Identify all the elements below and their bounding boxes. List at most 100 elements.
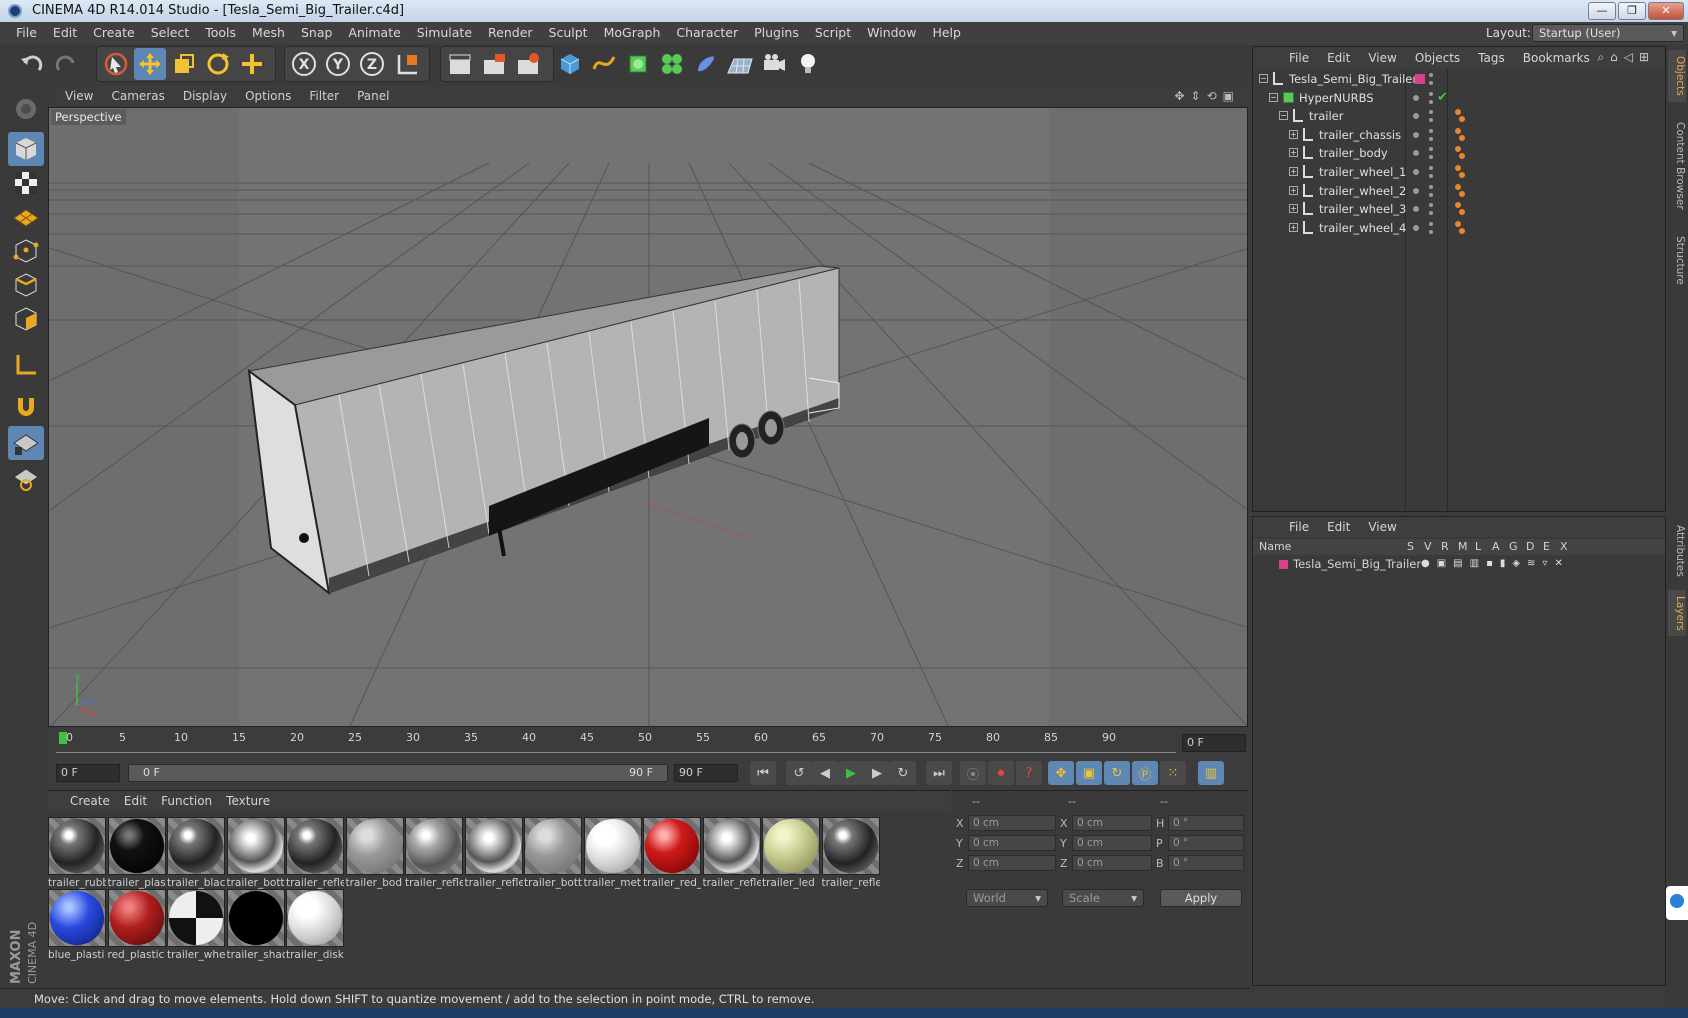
y-axis-button[interactable]: Y bbox=[322, 48, 354, 80]
viewport-menu-panel[interactable]: Panel bbox=[348, 86, 398, 106]
add-camera-button[interactable] bbox=[758, 48, 790, 80]
coord-space-select[interactable]: World bbox=[966, 889, 1048, 907]
menu-mesh[interactable]: Mesh bbox=[244, 22, 293, 44]
keyframe-selection-button[interactable]: ? bbox=[1016, 761, 1042, 785]
scale-tool-button[interactable] bbox=[168, 48, 200, 80]
material-item[interactable]: blue_plasti bbox=[48, 889, 108, 965]
expand-toggle-icon[interactable]: + bbox=[1289, 204, 1298, 214]
material-item[interactable]: trailer_bott bbox=[524, 817, 584, 893]
autokey-button[interactable]: ⏺ bbox=[988, 761, 1014, 785]
layer-color-swatch[interactable] bbox=[1279, 560, 1288, 569]
tab-content-browser[interactable]: Content Browser bbox=[1668, 106, 1686, 226]
render-visibility-dot-lower[interactable] bbox=[1429, 81, 1433, 85]
perspective-viewport[interactable]: y z x Perspective bbox=[48, 107, 1248, 727]
go-to-end-button[interactable]: ⏭ bbox=[926, 761, 952, 785]
layer-col-flag[interactable]: A bbox=[1492, 539, 1500, 555]
material-menu-texture[interactable]: Texture bbox=[226, 794, 270, 808]
expand-toggle-icon[interactable]: + bbox=[1289, 222, 1298, 232]
layer-col-flag[interactable]: X bbox=[1560, 539, 1568, 555]
frame-range-slider[interactable]: 0 F 90 F bbox=[128, 764, 668, 782]
render-visibility-dot[interactable] bbox=[1429, 203, 1433, 208]
menu-window[interactable]: Window bbox=[859, 22, 924, 44]
render-visibility-dot[interactable] bbox=[1429, 221, 1433, 226]
expand-toggle-icon[interactable]: + bbox=[1289, 129, 1298, 139]
object-search-icons[interactable]: ⌕⌂◁⊞ bbox=[1597, 50, 1655, 65]
viewport-menu-cameras[interactable]: Cameras bbox=[102, 86, 173, 106]
menu-snap[interactable]: Snap bbox=[293, 22, 340, 44]
render-visibility-dot[interactable] bbox=[1429, 73, 1433, 77]
viewport-menu-view[interactable]: View bbox=[56, 86, 102, 106]
polygons-mode-button[interactable] bbox=[8, 302, 44, 336]
rot-b-field[interactable]: 0 ° bbox=[1168, 855, 1244, 871]
editor-visibility-dot[interactable] bbox=[1413, 131, 1419, 138]
material-item[interactable]: trailer_met bbox=[583, 817, 644, 893]
expand-toggle-icon[interactable]: − bbox=[1269, 92, 1278, 102]
material-item[interactable]: trailer_led bbox=[762, 817, 822, 893]
render-visibility-dot-lower[interactable] bbox=[1429, 99, 1433, 104]
rot-p-field[interactable]: 0 ° bbox=[1168, 835, 1244, 851]
key-parameter-button[interactable]: Ⓟ bbox=[1132, 761, 1158, 785]
start-frame-field[interactable]: 0 F bbox=[56, 764, 120, 782]
locked-workplane-button[interactable] bbox=[8, 426, 44, 460]
object-menu-bookmarks[interactable]: Bookmarks bbox=[1523, 51, 1590, 65]
material-item[interactable]: trailer_refle bbox=[286, 817, 346, 893]
undo-button[interactable] bbox=[16, 48, 48, 80]
key-pla-button[interactable]: ⁙ bbox=[1160, 761, 1186, 785]
snap-button[interactable] bbox=[8, 390, 44, 424]
layer-flag-icons[interactable]: ●▣▤▥▪▮◈≋▿✕ bbox=[1421, 555, 1570, 573]
record-keys-button[interactable]: ⦿ bbox=[960, 761, 986, 785]
viewport-menu-options[interactable]: Options bbox=[236, 86, 300, 106]
planar-workplane-button[interactable] bbox=[8, 462, 44, 496]
layout-select[interactable]: Startup (User) bbox=[1532, 24, 1684, 42]
layer-col-flag[interactable]: R bbox=[1441, 539, 1449, 555]
move-tool-button[interactable] bbox=[134, 48, 166, 80]
object-row[interactable]: − trailer bbox=[1253, 106, 1665, 126]
remote-support-button[interactable] bbox=[1666, 886, 1688, 920]
tab-layers[interactable]: Layers bbox=[1668, 590, 1686, 636]
phong-tag-icon[interactable] bbox=[1455, 109, 1461, 116]
texture-mode-button[interactable] bbox=[8, 166, 44, 200]
add-nurbs-button[interactable] bbox=[622, 48, 654, 80]
coord-mode-select[interactable]: Scale bbox=[1062, 889, 1144, 907]
model-mode-button[interactable] bbox=[8, 132, 44, 166]
material-item[interactable]: trailer_disk bbox=[286, 889, 346, 965]
object-row[interactable]: + trailer_wheel_1 bbox=[1253, 162, 1665, 182]
menu-render[interactable]: Render bbox=[480, 22, 541, 44]
previous-frame-button[interactable]: ◀ bbox=[812, 761, 838, 785]
play-button[interactable]: ▶ bbox=[838, 761, 864, 785]
render-visibility-dot[interactable] bbox=[1429, 184, 1433, 189]
pos-x-field[interactable]: 0 cm bbox=[968, 815, 1056, 831]
render-visibility-dot-lower[interactable] bbox=[1429, 136, 1433, 141]
add-deformer-button[interactable] bbox=[690, 48, 722, 80]
menu-help[interactable]: Help bbox=[924, 22, 969, 44]
tab-attributes[interactable]: Attributes bbox=[1668, 516, 1686, 586]
phong-tag-icon[interactable] bbox=[1455, 165, 1461, 171]
object-menu-view[interactable]: View bbox=[1368, 51, 1396, 65]
render-visibility-dot[interactable] bbox=[1429, 166, 1433, 170]
material-item[interactable]: red_plastic bbox=[107, 889, 168, 965]
add-light-button[interactable] bbox=[792, 48, 824, 80]
make-editable-button[interactable] bbox=[8, 92, 44, 126]
menu-mograph[interactable]: MoGraph bbox=[596, 22, 669, 44]
layer-col-flag[interactable]: S bbox=[1407, 539, 1414, 555]
rot-h-field[interactable]: 0 ° bbox=[1168, 815, 1244, 831]
expand-toggle-icon[interactable]: − bbox=[1259, 74, 1268, 83]
layer-row[interactable]: Tesla_Semi_Big_Trailer ●▣▤▥▪▮◈≋▿✕ bbox=[1253, 555, 1665, 573]
transform-tool-button[interactable] bbox=[236, 48, 268, 80]
layer-tag-swatch[interactable] bbox=[1415, 74, 1425, 84]
menu-file[interactable]: File bbox=[0, 22, 45, 44]
material-item[interactable]: trailer_refle bbox=[702, 817, 763, 893]
layer-col-flag[interactable]: G bbox=[1509, 539, 1518, 555]
viewport-menu-filter[interactable]: Filter bbox=[300, 86, 348, 106]
size-x-field[interactable]: 0 cm bbox=[1072, 815, 1152, 831]
workplane-mode-button[interactable] bbox=[8, 200, 44, 234]
material-item[interactable]: trailer_shac bbox=[226, 889, 287, 965]
object-menu-edit[interactable]: Edit bbox=[1327, 51, 1350, 65]
object-row[interactable]: − Tesla_Semi_Big_Trailer bbox=[1253, 69, 1665, 89]
material-item[interactable]: trailer_rubb bbox=[48, 817, 108, 893]
end-frame-field[interactable]: 90 F bbox=[674, 764, 738, 782]
render-visibility-dot[interactable] bbox=[1429, 147, 1433, 152]
editor-visibility-dot[interactable] bbox=[1413, 150, 1419, 157]
key-rotation-button[interactable]: ↻ bbox=[1104, 761, 1130, 785]
points-mode-button[interactable] bbox=[8, 234, 44, 268]
